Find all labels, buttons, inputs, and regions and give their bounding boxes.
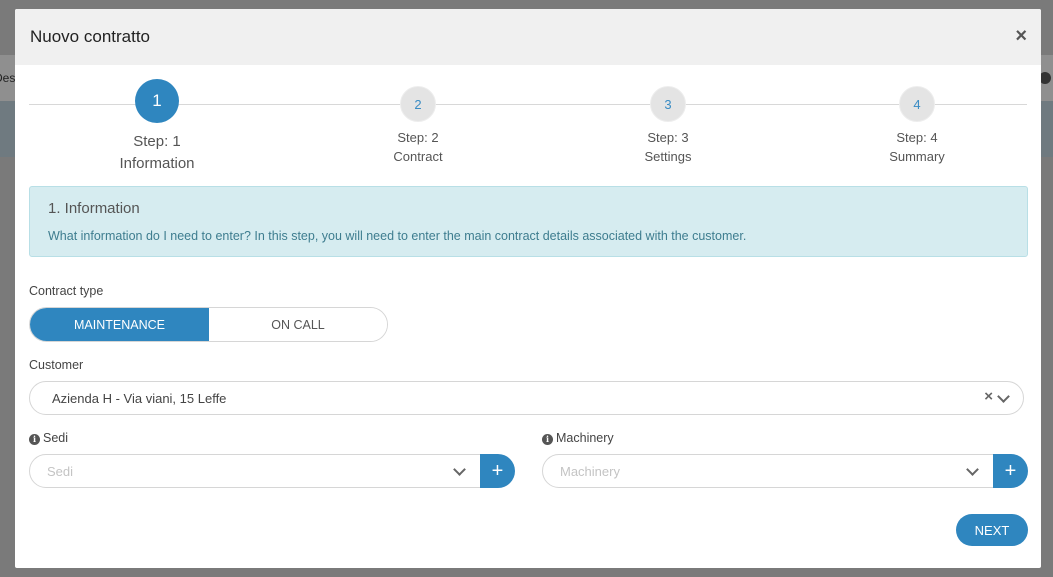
step-3[interactable]: 3 Step: 3 Settings — [608, 86, 728, 166]
step-3-line2: Settings — [644, 149, 692, 164]
add-machinery-button[interactable]: + — [993, 454, 1028, 488]
background-text: Des — [0, 71, 16, 85]
step-4[interactable]: 4 Step: 4 Summary — [857, 86, 977, 166]
step-1[interactable]: 1 Step: 1 Information — [97, 79, 217, 175]
machinery-label-wrap: i Machinery — [542, 431, 614, 445]
new-contract-modal: Nuovo contratto × 1 Step: 1 Information … — [15, 9, 1041, 568]
step-4-circle: 4 — [899, 86, 935, 122]
step-3-text: Step: 3 Settings — [608, 128, 728, 166]
step-3-circle: 3 — [650, 86, 686, 122]
information-text: What information do I need to enter? In … — [48, 229, 747, 243]
step-2-circle: 2 — [400, 86, 436, 122]
modal-title: Nuovo contratto — [30, 27, 151, 46]
step-4-line2: Summary — [889, 149, 945, 164]
sedi-select[interactable]: Sedi — [29, 454, 481, 488]
step-4-line1: Step: 4 — [896, 130, 938, 145]
contract-type-toggle: MAINTENANCE ON CALL — [29, 307, 388, 342]
customer-select[interactable]: Azienda H - Via viani, 15 Leffe × — [29, 381, 1024, 415]
step-2-line2: Contract — [393, 149, 443, 164]
step-3-line1: Step: 3 — [647, 130, 689, 145]
machinery-placeholder: Machinery — [560, 464, 620, 479]
chevron-down-icon[interactable] — [453, 463, 466, 476]
contract-type-on-call[interactable]: ON CALL — [209, 308, 387, 341]
step-1-text: Step: 1 Information — [97, 131, 217, 175]
sedi-placeholder: Sedi — [47, 464, 74, 479]
machinery-label: Machinery — [556, 431, 614, 445]
chevron-down-icon[interactable] — [997, 390, 1010, 403]
step-2-text: Step: 2 Contract — [358, 128, 478, 166]
contract-type-label: Contract type — [29, 284, 104, 298]
step-1-line2: Information — [119, 155, 195, 172]
chevron-down-icon[interactable] — [966, 463, 979, 476]
step-2[interactable]: 2 Step: 2 Contract — [358, 86, 478, 166]
information-alert: 1. Information What information do I nee… — [29, 186, 1028, 257]
info-icon: i — [542, 434, 553, 445]
sedi-label-wrap: i Sedi — [29, 431, 68, 445]
customer-value: Azienda H - Via viani, 15 Leffe — [52, 391, 227, 406]
step-1-line1: Step: 1 — [133, 133, 181, 150]
customer-label: Customer — [29, 358, 84, 372]
step-1-circle: 1 — [135, 79, 179, 123]
modal-header: Nuovo contratto × — [15, 9, 1041, 65]
clear-icon[interactable]: × — [984, 388, 993, 405]
wizard-stepper: 1 Step: 1 Information 2 Step: 2 Contract… — [29, 69, 1027, 179]
add-sedi-button[interactable]: + — [480, 454, 515, 488]
info-icon: i — [29, 434, 40, 445]
close-icon[interactable]: × — [1015, 25, 1027, 47]
sedi-label: Sedi — [43, 431, 69, 445]
machinery-select[interactable]: Machinery — [542, 454, 994, 488]
step-2-line1: Step: 2 — [397, 130, 439, 145]
information-title: 1. Information — [48, 200, 140, 217]
next-button[interactable]: NEXT — [956, 514, 1028, 546]
contract-type-maintenance[interactable]: MAINTENANCE — [30, 308, 209, 341]
step-4-text: Step: 4 Summary — [857, 128, 977, 166]
